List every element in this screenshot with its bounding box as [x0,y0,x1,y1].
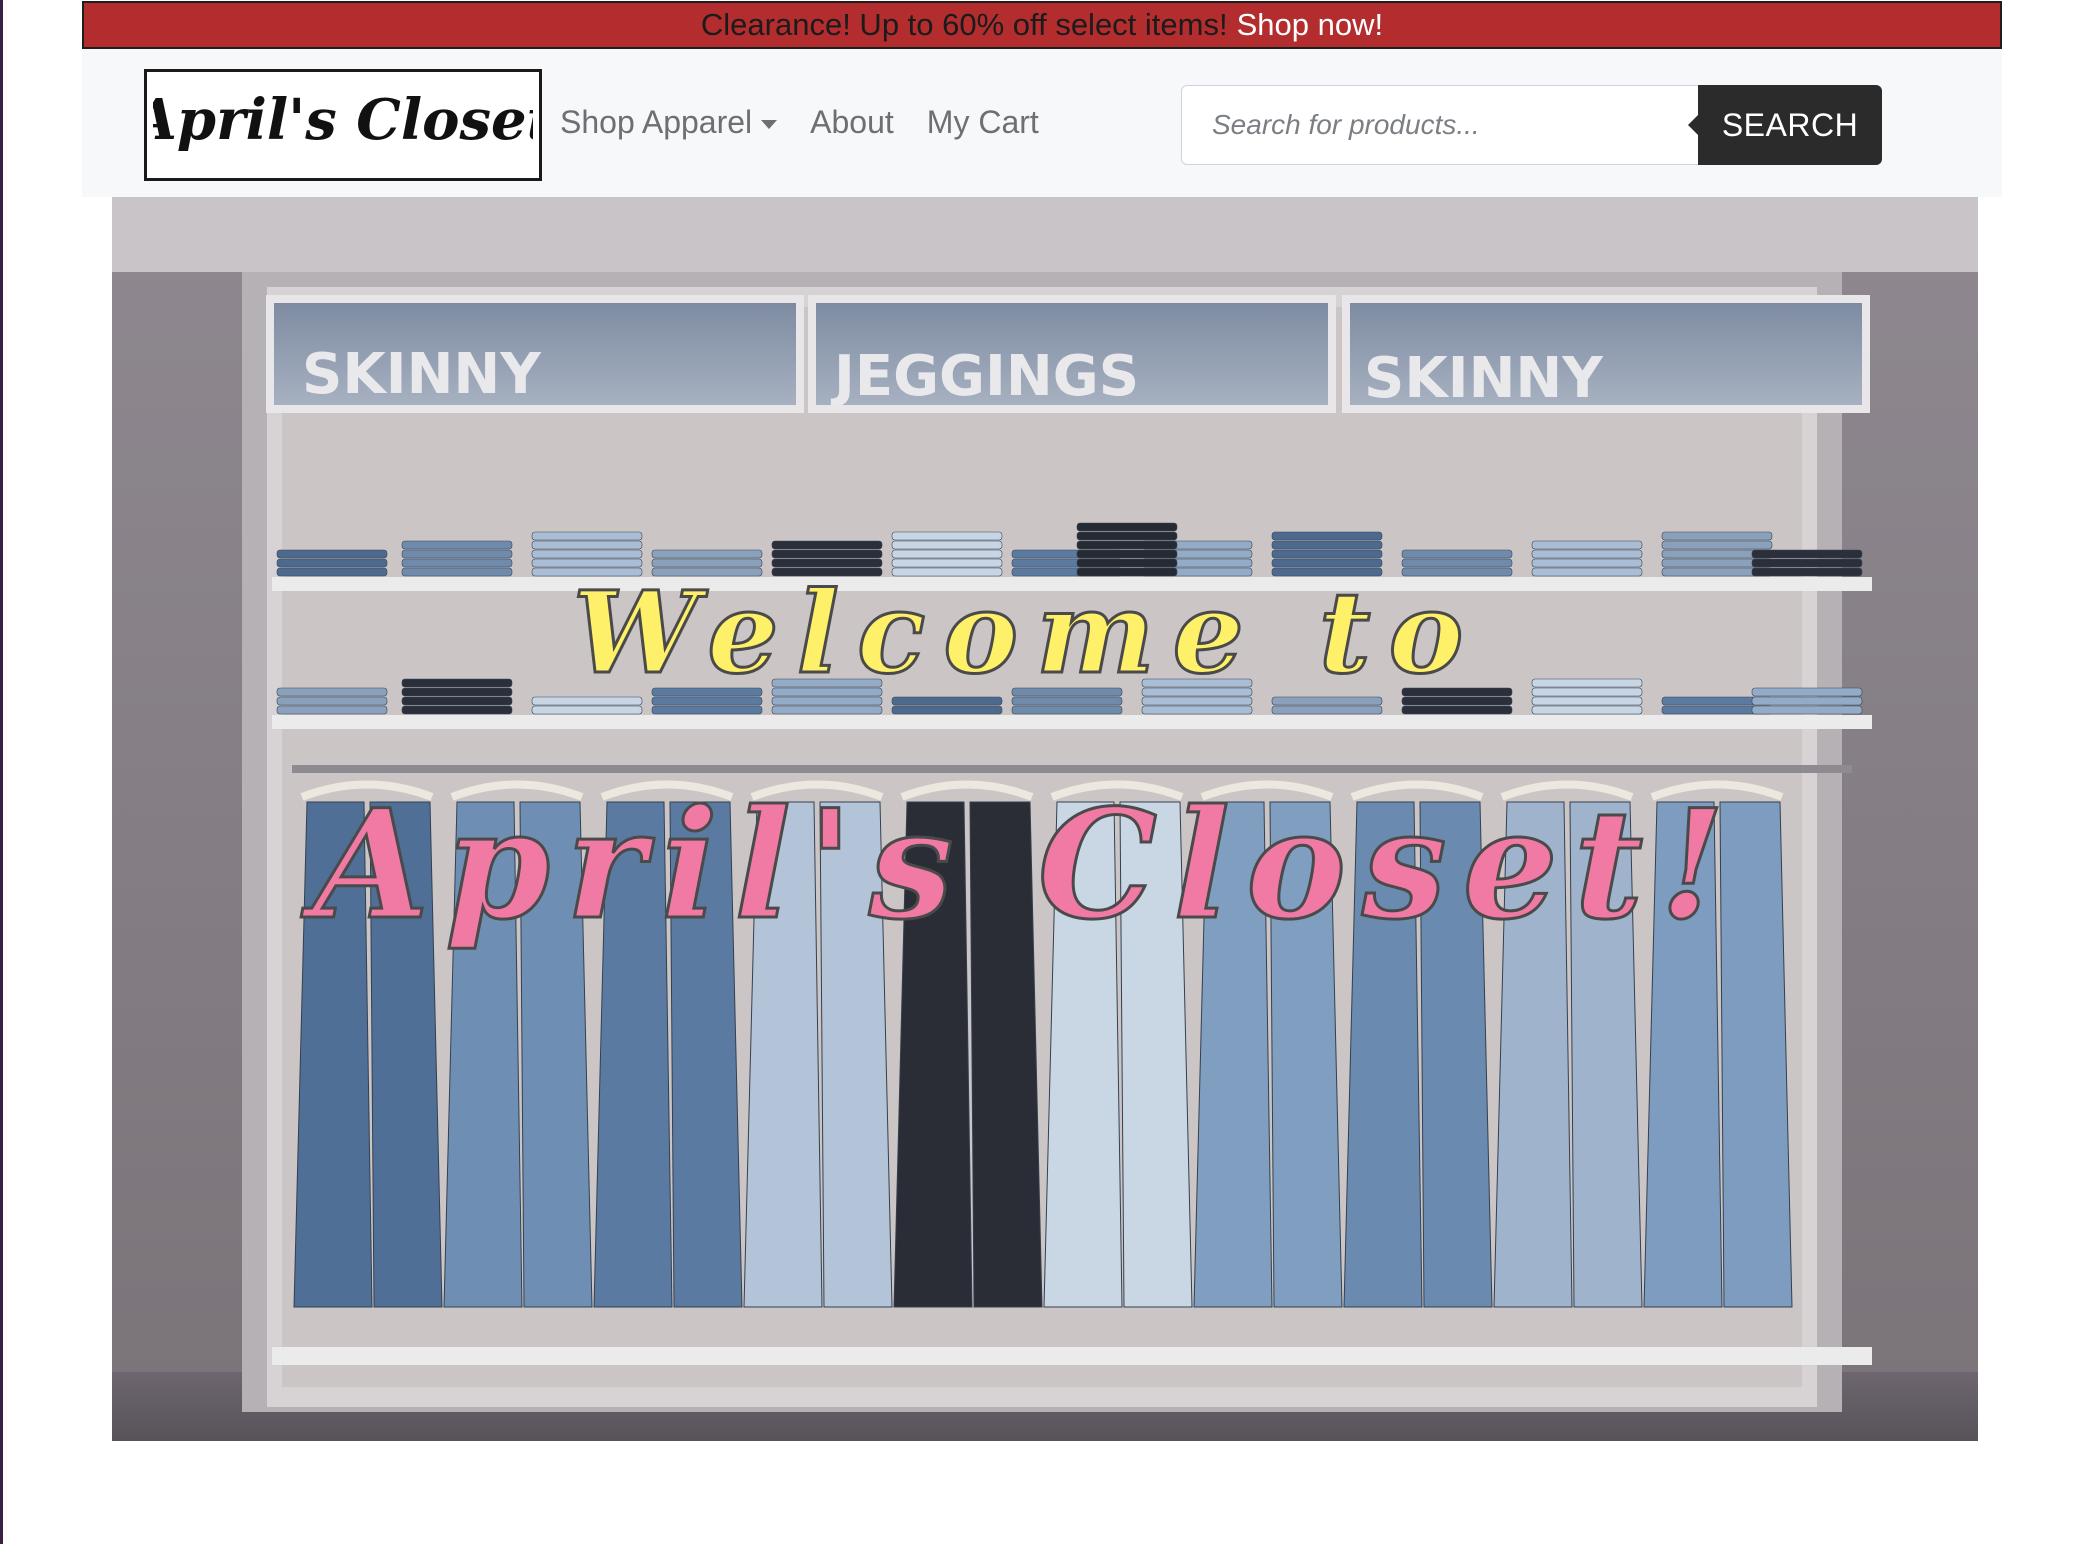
shelf-bottom [272,1347,1872,1365]
window-edge [0,0,3,1544]
brand-logo-graphic: April's Closet [153,87,533,153]
navbar: April's Closet Shop Apparel About My Car… [82,49,2002,197]
brand-logo[interactable]: April's Closet [144,69,542,181]
promo-text: Clearance! Up to 60% off select items! [700,7,1228,42]
promo-banner: Clearance! Up to 60% off select items! S… [82,1,2002,49]
shop-now-link[interactable]: Shop now! [1237,7,1384,43]
nav-about-link[interactable]: About [810,104,894,141]
search-button[interactable]: SEARCH [1688,85,1882,165]
nav-shop-apparel-label: Shop Apparel [560,104,753,140]
nav-shop-apparel-dropdown[interactable]: Shop Apparel [560,104,778,141]
nav-about-label: About [810,104,894,140]
nav-my-cart-link[interactable]: My Cart [927,104,1039,141]
hero-headline-line1: Welcome to [573,568,1482,699]
sign-skinny-left: SKINNY [302,342,542,407]
search-form: SEARCH [1181,85,1882,165]
sign-skinny-right: SKINNY [1364,346,1604,411]
brand-name: April's Closet [153,87,533,153]
shelf-middle [272,715,1872,729]
sign-jeggings: JEGGINGS [830,344,1139,409]
hero-banner: SKINNY JEGGINGS SKINNY Welcome to April'… [112,197,1978,1441]
search-input[interactable] [1181,85,1698,165]
hero-headline-line2: April's Closet! [301,777,1741,953]
caret-down-icon [761,119,778,129]
hanging-rail [292,765,1852,773]
hero-image: SKINNY JEGGINGS SKINNY Welcome to April'… [112,197,1978,1441]
nav-my-cart-label: My Cart [926,104,1039,140]
nav-links: Shop Apparel About My Cart [560,104,1072,141]
